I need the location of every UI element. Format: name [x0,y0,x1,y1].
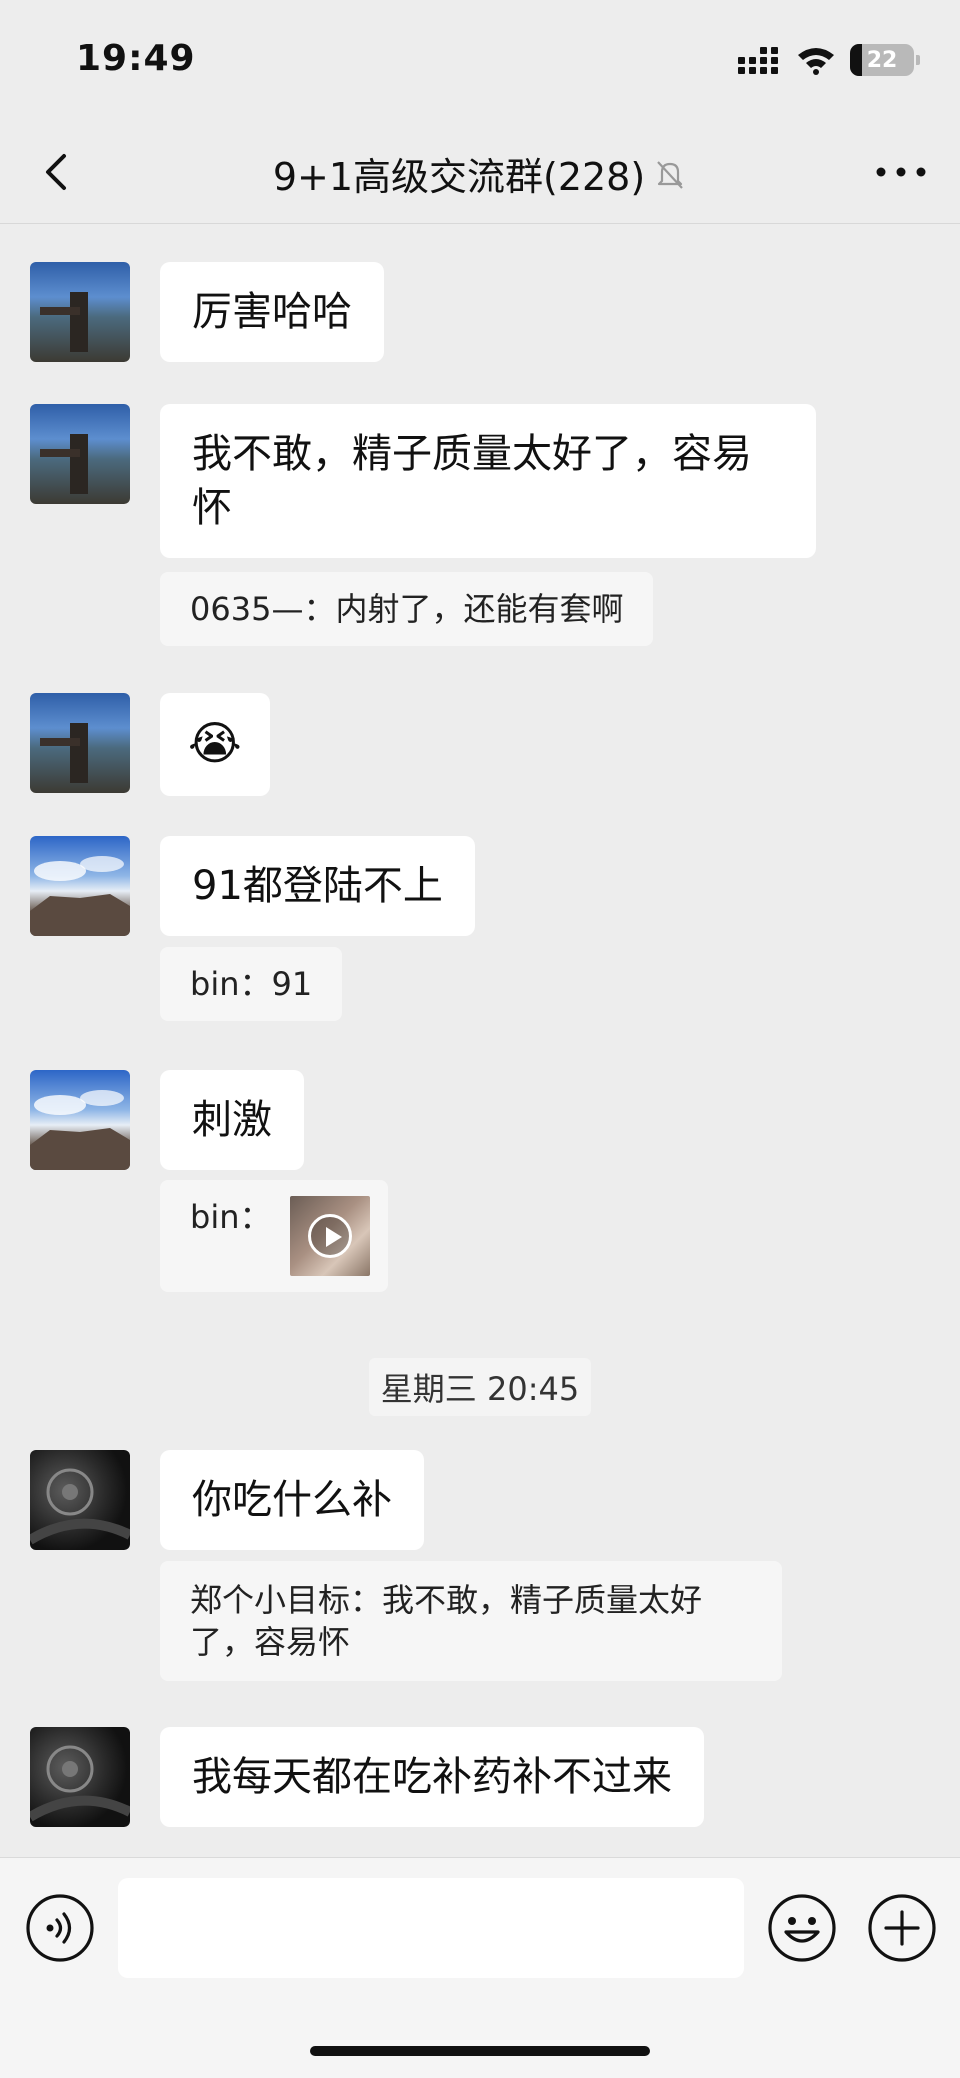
quote-reply[interactable]: 郑个小目标：我不敢，精子质量太好 了，容易怀 [160,1561,782,1681]
more-dots-icon [876,167,926,177]
quote-reply[interactable]: bin：91 [160,947,343,1021]
status-bar: 19:49 22 [0,0,960,120]
time-divider: 星期三 20:45 [0,1358,960,1416]
status-icons: 22 [738,40,920,80]
avatar-image [30,856,130,936]
quote-reply[interactable]: 0635—：内射了，还能有套啊 [160,572,654,646]
message-bubble[interactable]: 我每天都在吃补药补不过来 [160,1727,704,1827]
cellular-signal-icon [738,47,778,74]
input-bar [0,1857,960,2078]
time-divider-text: 星期三 20:45 [368,1358,592,1416]
bell-slash-icon [657,160,683,189]
play-icon [307,1214,352,1258]
avatar[interactable] [30,1727,130,1827]
video-thumbnail[interactable] [289,1196,370,1276]
avatar-image [40,434,88,494]
voice-icon [26,1894,94,1962]
status-time: 19:49 [76,38,196,79]
battery-level: 22 [866,47,898,73]
more-button[interactable] [868,142,934,202]
emoji-button[interactable] [766,1892,838,1964]
message-bubble[interactable]: 厉害哈哈 [160,262,384,362]
quote-text-line: 郑个小目标：我不敢，精子质量太好 [190,1581,703,1619]
add-button[interactable] [866,1892,938,1964]
plus-icon [868,1894,936,1962]
message-bubble[interactable]: 刺激 [160,1070,304,1170]
battery-icon: 22 [850,44,920,76]
avatar[interactable] [30,1070,130,1170]
avatar-image [40,292,88,352]
message-bubble[interactable]: 我不敢，精子质量太好了，容易 怀 [160,404,816,558]
voice-button[interactable] [24,1892,96,1964]
quote-text-line: 了，容易怀 [190,1623,351,1661]
avatar-image [40,723,88,783]
wifi-icon [798,48,834,75]
home-indicator[interactable] [310,2046,650,2056]
quote-sender: bin： [190,1198,272,1236]
nav-bar: 9+1高级交流群(228) [0,120,960,224]
message-input[interactable] [118,1878,744,1978]
avatar-image [30,1468,130,1545]
avatar[interactable] [30,693,130,793]
message-bubble[interactable]: 😭 [160,693,270,796]
chat-title-text: 9+1高级交流群(228) [272,155,646,199]
avatar[interactable] [30,262,130,362]
emoji-icon [768,1894,836,1962]
chat-messages[interactable]: 厉害哈哈 我不敢，精子质量太好了，容易 怀 0635—：内射了，还能有套啊 😭 … [0,225,960,1855]
message-text-line: 我不敢，精子质量太好了，容易 [192,431,752,477]
crying-emoji-icon: 😭 [188,716,242,770]
message-text-line: 怀 [192,485,232,531]
avatar[interactable] [30,404,130,504]
avatar[interactable] [30,1450,130,1550]
chat-title: 9+1高级交流群(228) [0,146,960,201]
message-bubble[interactable]: 你吃什么补 [160,1450,424,1550]
avatar-image [30,1090,130,1170]
message-bubble[interactable]: 91都登陆不上 [160,836,475,936]
avatar[interactable] [30,836,130,936]
avatar-image [30,1745,130,1822]
quote-reply[interactable]: bin： [160,1180,388,1292]
